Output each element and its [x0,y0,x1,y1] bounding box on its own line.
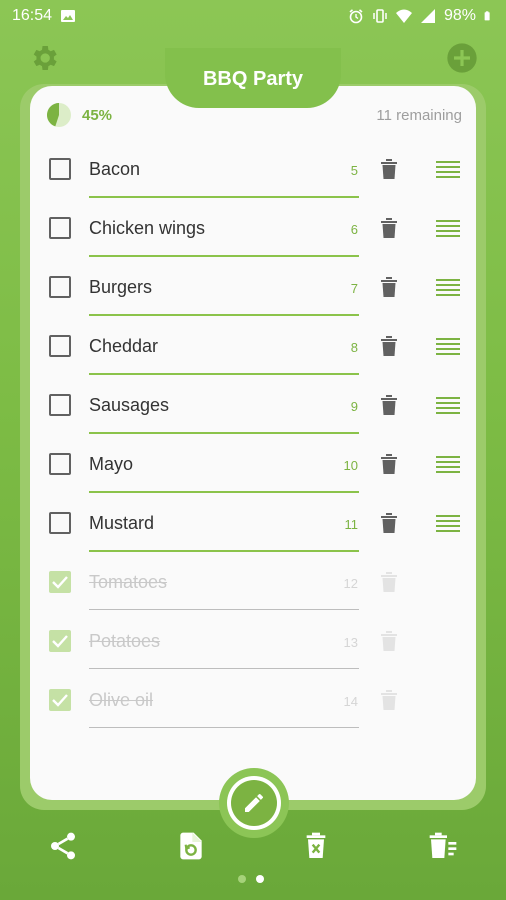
list-item[interactable]: Burgers 7 [30,258,476,317]
checkbox-checked[interactable] [49,630,71,652]
trash-icon[interactable] [379,688,399,712]
item-name[interactable]: Cheddar [89,336,158,357]
checkbox[interactable] [49,453,71,475]
item-quantity: 8 [350,340,358,355]
item-quantity: 13 [343,635,358,650]
list-item[interactable]: Tomatoes 12 [30,553,476,612]
item-name[interactable]: Mayo [89,454,133,475]
item-divider [89,314,359,316]
checkbox[interactable] [49,335,71,357]
page-dot[interactable] [238,875,246,883]
checkbox[interactable] [49,394,71,416]
drag-handle-icon[interactable] [436,515,460,533]
item-quantity: 14 [343,694,358,709]
wifi-icon [395,9,412,23]
restore-file-icon[interactable] [175,830,207,862]
item-divider [89,727,359,728]
progress-row: 45% 11 remaining [46,100,462,130]
item-name[interactable]: Olive oil [89,690,153,711]
list-item[interactable]: Bacon 5 [30,140,476,199]
item-quantity: 9 [350,399,358,414]
checkbox-checked[interactable] [49,571,71,593]
progress-percent: 45% [82,106,113,124]
gear-icon[interactable] [28,42,60,74]
progress-pie-icon [47,103,71,127]
item-quantity: 11 [344,517,359,532]
checkbox[interactable] [49,512,71,534]
alarm-icon [349,9,363,24]
page-indicator [238,875,264,883]
item-divider [89,491,359,493]
item-name[interactable]: Chicken wings [89,218,205,239]
status-time: 16:54 [12,7,53,24]
item-name[interactable]: Sausages [89,395,169,416]
drag-handle-icon[interactable] [436,338,460,356]
item-quantity: 7 [350,281,358,296]
list-item[interactable]: Potatoes 13 [30,612,476,671]
trash-icon[interactable] [379,157,399,181]
trash-icon[interactable] [379,629,399,653]
drag-handle-icon[interactable] [436,279,460,297]
image-notification-icon [61,10,76,22]
item-name[interactable]: Bacon [89,159,140,180]
trash-icon[interactable] [379,275,399,299]
item-quantity: 12 [343,576,358,591]
trash-icon[interactable] [379,393,399,417]
list-item[interactable]: Cheddar 8 [30,317,476,376]
drag-handle-icon[interactable] [436,397,460,415]
item-divider [89,255,359,257]
item-name[interactable]: Mustard [89,513,154,534]
list-item[interactable]: Mustard 11 [30,494,476,553]
battery-icon [484,11,490,21]
item-divider [89,550,359,552]
remaining-count: 11 remaining [376,106,462,124]
drag-handle-icon[interactable] [436,456,460,474]
clear-list-icon[interactable] [427,830,459,862]
list-item[interactable]: Olive oil 14 [30,671,476,730]
trash-icon[interactable] [379,334,399,358]
item-quantity: 5 [350,163,358,178]
pencil-icon [245,793,263,812]
battery-percent: 98% [443,7,476,24]
checkbox[interactable] [49,276,71,298]
checkbox[interactable] [49,158,71,180]
list-item[interactable]: Sausages 9 [30,376,476,435]
trash-icon[interactable] [379,216,399,240]
trash-icon[interactable] [379,452,399,476]
item-name[interactable]: Tomatoes [89,572,167,593]
checkbox-checked[interactable] [49,689,71,711]
drag-handle-icon[interactable] [436,161,460,179]
item-divider [89,373,359,375]
item-divider [89,668,359,669]
list-title-tab[interactable]: BBQ Party [165,48,341,108]
item-list: Bacon 5 Chicken wings 6 Burgers 7 Chedda… [30,140,476,730]
item-divider [89,432,359,434]
share-icon[interactable] [47,830,79,862]
drag-handle-icon[interactable] [436,220,460,238]
list-title: BBQ Party [202,68,304,90]
signal-icon [420,9,435,23]
edit-button[interactable] [227,776,281,830]
item-divider [89,609,359,610]
page-dot-active[interactable] [256,875,264,883]
trash-x-icon[interactable] [300,830,332,862]
checkbox[interactable] [49,217,71,239]
item-quantity: 10 [343,458,358,473]
vibrate-icon [373,9,387,23]
item-quantity: 6 [350,222,358,237]
status-bar: 16:54 98% [0,0,506,32]
item-divider [89,196,359,198]
add-circle-icon[interactable] [446,42,478,74]
list-item[interactable]: Chicken wings 6 [30,199,476,258]
item-name[interactable]: Potatoes [89,631,160,652]
trash-icon[interactable] [379,511,399,535]
list-item[interactable]: Mayo 10 [30,435,476,494]
trash-icon[interactable] [379,570,399,594]
item-name[interactable]: Burgers [89,277,152,298]
